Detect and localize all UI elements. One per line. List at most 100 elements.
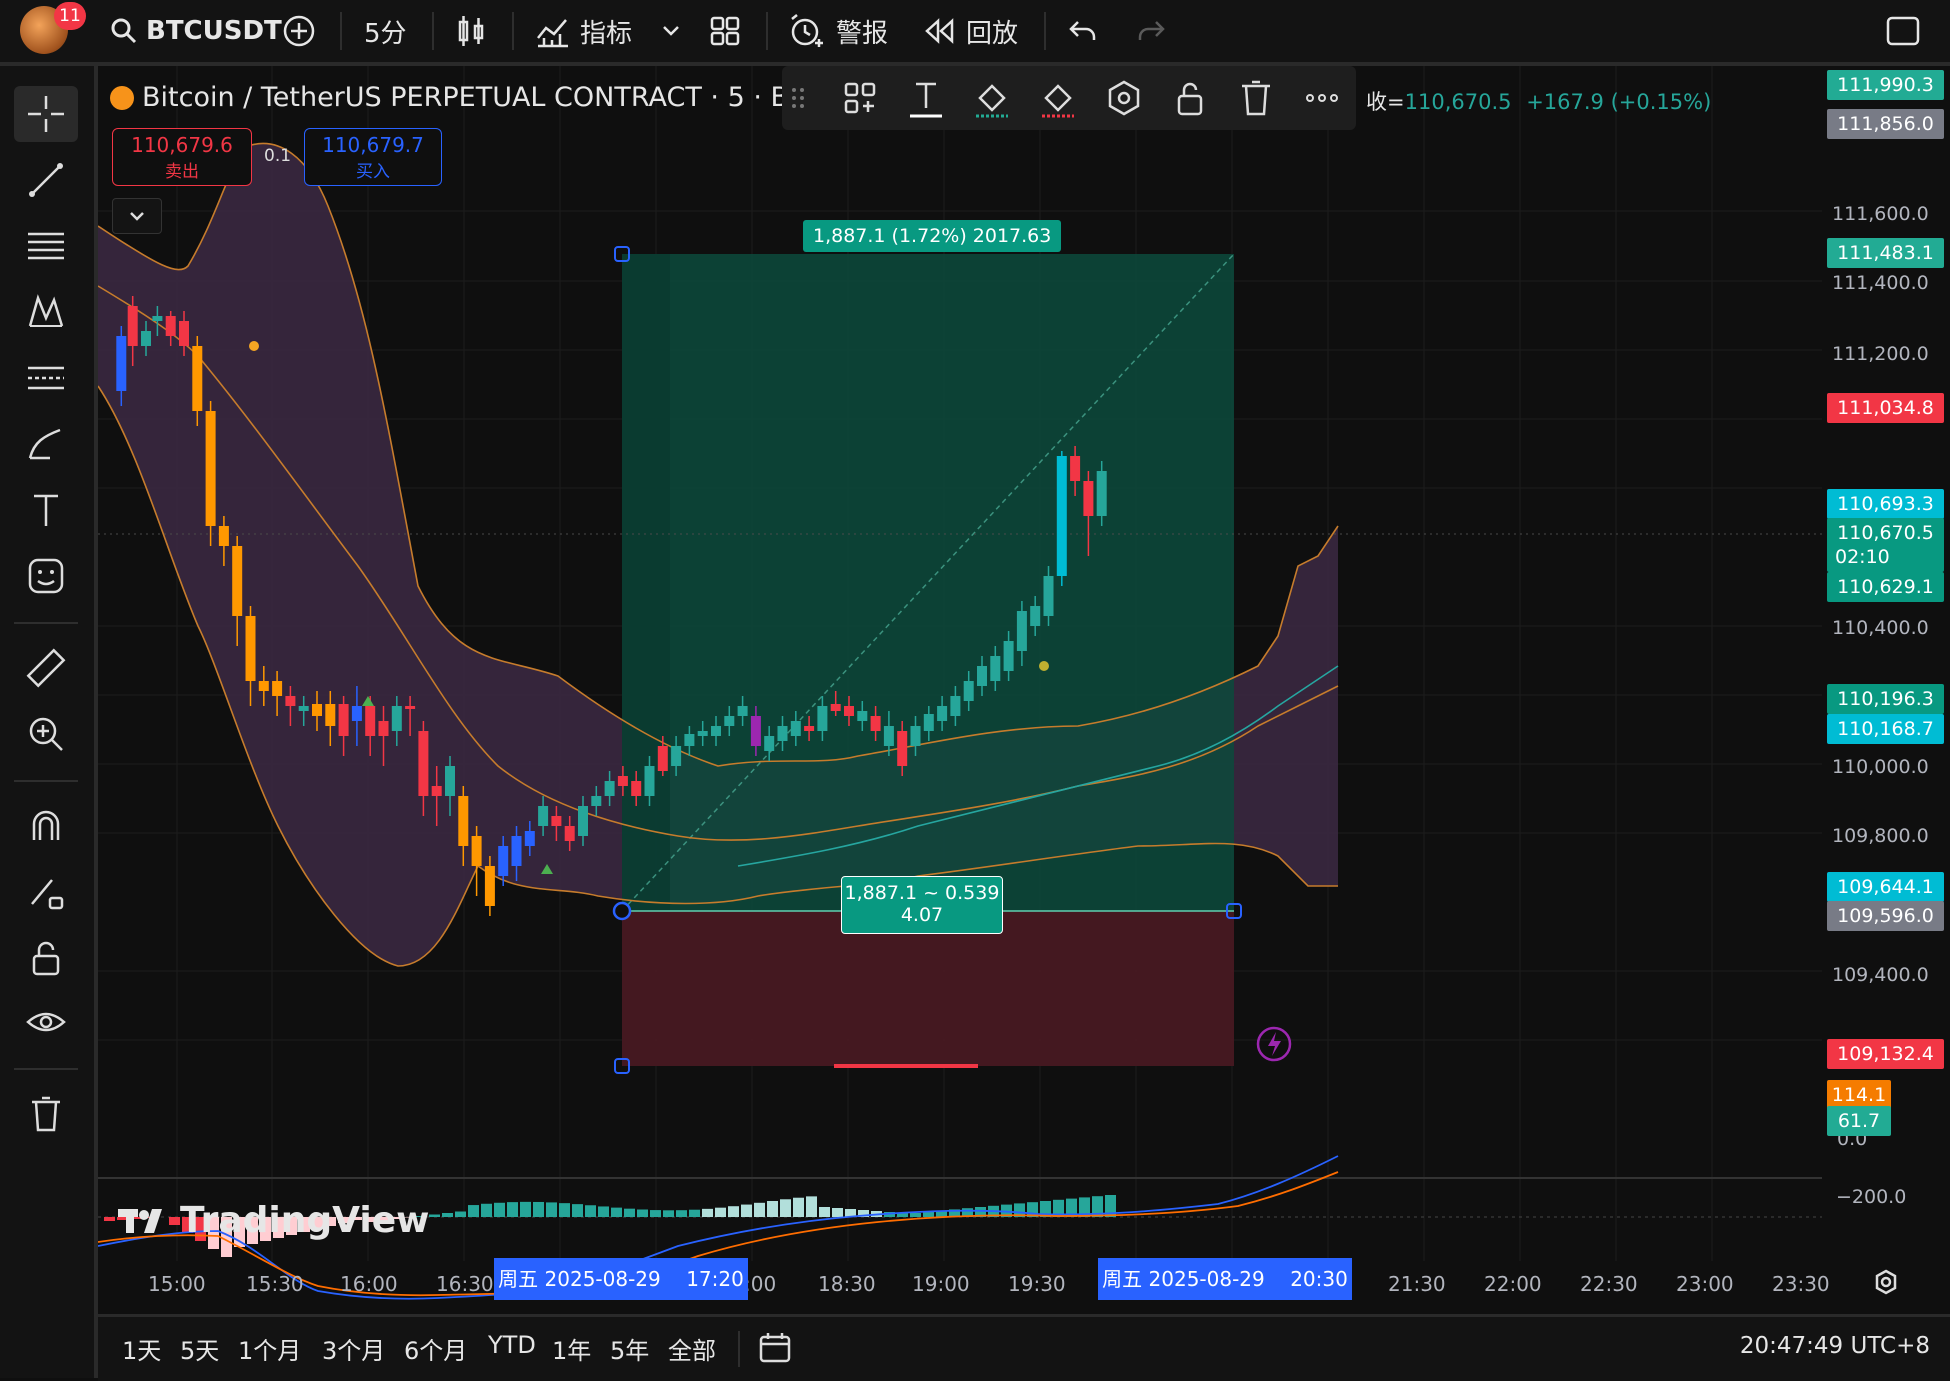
text-color-button[interactable] (904, 76, 948, 120)
macd-bar (819, 1207, 830, 1217)
candle-body (127, 306, 138, 346)
price-label: 61.7 (1827, 1106, 1891, 1136)
layout-button[interactable] (710, 0, 740, 62)
clock[interactable]: 20:47:49 UTC+8 (1740, 1333, 1930, 1359)
candle-body (484, 866, 495, 906)
macd-bar (520, 1201, 531, 1217)
symbol-search[interactable]: BTCUSDT (110, 0, 282, 62)
chevron-down-icon (663, 26, 679, 36)
candle-body (963, 681, 974, 701)
macd-bar (689, 1209, 700, 1217)
zoom-tool[interactable] (14, 706, 78, 762)
text-icon (34, 494, 58, 526)
axis-settings-button[interactable] (1872, 1268, 1900, 1300)
range-1d[interactable]: 1天 (122, 1331, 161, 1366)
trend-line-tool[interactable] (14, 152, 78, 208)
chart-type-button[interactable] (456, 0, 486, 62)
remove-drawings-tool[interactable] (14, 1086, 78, 1142)
range-1m[interactable]: 1个月 (238, 1331, 301, 1366)
price-label: 02:10 (1827, 542, 1944, 572)
legend-collapse-button[interactable] (112, 198, 162, 234)
range-ytd[interactable]: YTD (488, 1331, 536, 1359)
range-6m[interactable]: 6个月 (404, 1331, 467, 1366)
loss-zone (622, 911, 1234, 1066)
magnet-icon (32, 810, 60, 840)
lightning-icon[interactable] (1256, 1026, 1292, 1062)
indicators-dropdown[interactable] (662, 0, 680, 62)
lock-tool[interactable] (14, 930, 78, 986)
magnet-tool[interactable] (14, 798, 78, 854)
replay-button[interactable]: 回放 (924, 0, 1018, 62)
candle-body (910, 726, 921, 746)
price-label: 110,693.3 (1827, 489, 1944, 519)
candle-body (617, 776, 628, 786)
hide-tool[interactable] (14, 996, 78, 1052)
stay-drawing-tool[interactable] (14, 864, 78, 920)
candle-body (764, 736, 775, 751)
candle-body (737, 706, 748, 716)
macd-bar (910, 1213, 921, 1217)
range-5d[interactable]: 5天 (180, 1331, 219, 1366)
zoom-in-icon (29, 717, 63, 751)
paint-bucket-icon-2 (1042, 84, 1074, 118)
forecast-icon (28, 366, 64, 390)
pattern-tool[interactable] (14, 284, 78, 340)
goto-date-button[interactable] (758, 1331, 792, 1369)
range-3m[interactable]: 3个月 (322, 1331, 385, 1366)
redo-button[interactable] (1136, 0, 1166, 62)
position-entry-anchor[interactable] (612, 901, 632, 921)
macd-bar (702, 1208, 713, 1217)
indicators-icon (537, 19, 568, 48)
fill-loss-button[interactable] (1036, 76, 1080, 120)
candle-body (298, 706, 309, 711)
interval-button[interactable]: 5分 (364, 0, 407, 62)
candle-body (697, 731, 708, 736)
brush-tool[interactable] (14, 416, 78, 472)
candle-body (1030, 606, 1041, 626)
settings-button[interactable] (1102, 76, 1146, 120)
time-tick: 16:30 (436, 1272, 494, 1296)
candle-body (458, 796, 469, 846)
compare-button[interactable] (282, 0, 316, 62)
signal-dot-top (249, 341, 259, 351)
candle-body (937, 706, 948, 721)
projection-tool[interactable] (14, 350, 78, 406)
undo-button[interactable] (1068, 0, 1098, 62)
symbol-name: BTCUSDT (146, 16, 282, 46)
fill-profit-button[interactable] (970, 76, 1014, 120)
measure-tool[interactable] (14, 640, 78, 696)
crosshair-tool[interactable] (14, 86, 78, 142)
price-label: 109,132.4 (1827, 1039, 1944, 1069)
candle-body (1083, 481, 1094, 516)
template-button[interactable] (838, 76, 882, 120)
lock-drawing-button[interactable] (1168, 76, 1212, 120)
price-chart[interactable] (98, 66, 1822, 1306)
macd-bar (650, 1210, 661, 1217)
range-all[interactable]: 全部 (668, 1331, 716, 1366)
macd-bar (832, 1208, 843, 1217)
time-tick: :00 (744, 1272, 777, 1296)
candle-body (790, 721, 801, 736)
pattern-icon (28, 294, 64, 327)
buy-button[interactable]: 110,679.7 买入 (304, 128, 442, 186)
candle-body (830, 704, 841, 711)
legend-title[interactable]: Bitcoin / TetherUS PERPETUAL CONTRACT · … (142, 82, 836, 113)
sticker-tool[interactable] (14, 548, 78, 604)
text-tool[interactable] (14, 482, 78, 538)
price-label: 111,856.0 (1827, 109, 1944, 139)
candle-body (591, 796, 602, 806)
range-1y[interactable]: 1年 (552, 1331, 591, 1366)
fullscreen-button[interactable] (1886, 0, 1920, 62)
fib-tool[interactable] (14, 218, 78, 274)
alert-button[interactable]: 警报 (788, 0, 888, 62)
drag-handle[interactable] (790, 86, 806, 110)
delete-drawing-button[interactable] (1234, 76, 1278, 120)
sell-button[interactable]: 110,679.6 卖出 (112, 128, 252, 186)
indicators-button[interactable]: 指标 (536, 0, 632, 62)
range-5y[interactable]: 5年 (610, 1331, 649, 1366)
more-button[interactable] (1300, 76, 1344, 120)
candle-body (405, 706, 416, 709)
candle-body (644, 766, 655, 796)
more-icon (1306, 94, 1338, 102)
ruler-icon (26, 648, 66, 688)
